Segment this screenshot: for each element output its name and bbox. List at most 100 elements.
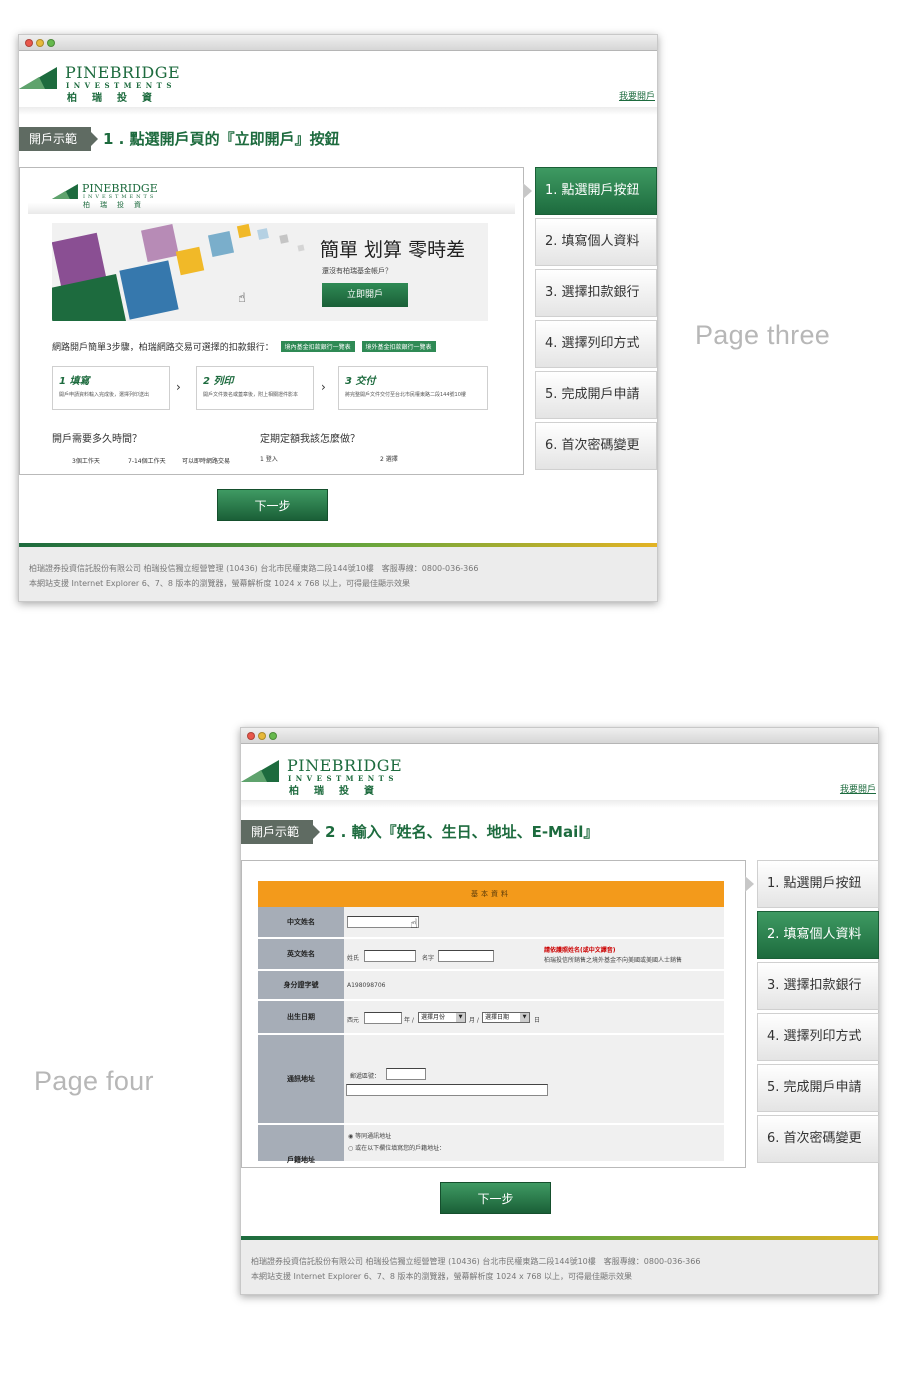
address-input[interactable] — [346, 1084, 548, 1096]
given-name-input[interactable] — [438, 950, 494, 962]
site-header: PINEBRIDGE INVESTMENTS 柏瑞投資 我要開戶 — [19, 51, 657, 107]
era-label: 西元 — [347, 1017, 360, 1024]
month-label: 月 / — [469, 1017, 479, 1024]
pinebridge-logo-icon — [241, 760, 279, 782]
chevron-right-icon: › — [321, 380, 326, 394]
given-name-label: 名字 — [422, 955, 435, 962]
value-chinese-name: ☝ — [344, 907, 724, 937]
decor-square — [236, 223, 252, 239]
step-sidebar: 1. 點選開戶按鈕 2. 填寫個人資料 3. 選擇扣款銀行 4. 選擇列印方式 … — [523, 167, 657, 473]
next-step-button[interactable]: 下一步 — [440, 1182, 551, 1214]
sidebar-step-3[interactable]: 3. 選擇扣款銀行 — [535, 269, 657, 317]
label-chinese-name: 中文姓名 — [258, 907, 344, 937]
brand-name: PINEBRIDGE — [65, 63, 181, 82]
step-title: 1 . 點選開戶頁的『立即開戶』按鈕 — [103, 130, 340, 148]
banner-title: 簡單 划算 零時差 — [320, 239, 466, 261]
birth-year-input[interactable] — [364, 1012, 402, 1024]
hand-cursor-icon: ☝ — [238, 291, 246, 306]
radio-other-address-label: 或在以下欄位填寫您的戶籍地址： — [355, 1145, 446, 1152]
step-box-desc: 將完整開戶文件交付至台北市民權東路二段144號10樓 — [345, 392, 466, 398]
open-account-link[interactable]: 我要開戶 — [619, 89, 655, 102]
faq-note: 3個工作天 — [72, 458, 100, 465]
footer-company: 柏瑞證券投資信託股份有限公司 柏瑞投信獨立經營管理 (10436) 台北市民權東… — [251, 1257, 701, 1266]
open-account-link[interactable]: 我要開戶 — [840, 782, 876, 795]
sidebar-step-2[interactable]: 2. 填寫個人資料 — [757, 911, 879, 959]
decor-square — [175, 246, 205, 276]
faq-note: 可以即時網路交易 — [182, 458, 231, 465]
form-header: 基本資料 — [258, 881, 724, 907]
faq-duration: 開戶需要多久時間？ — [52, 434, 142, 445]
pointer-arrow-icon — [523, 183, 532, 199]
value-birthdate: 西元 年 / 選擇月份 月 / 選擇日期 日 — [344, 1001, 724, 1033]
sidebar-step-2[interactable]: 2. 填寫個人資料 — [535, 218, 657, 266]
label-mailing-address: 通訊地址 — [258, 1035, 344, 1123]
footer-browser-note: 本網站支援 Internet Explorer 6、7、8 版本的瀏覽器，螢幕解… — [251, 1272, 633, 1281]
birth-month-select[interactable]: 選擇月份 — [418, 1012, 466, 1023]
sidebar-step-4[interactable]: 4. 選擇列印方式 — [535, 320, 657, 368]
site-footer: 柏瑞證券投資信託股份有限公司 柏瑞投信獨立經營管理 (10436) 台北市民權東… — [19, 547, 657, 601]
surname-input[interactable] — [364, 950, 416, 962]
zip-input[interactable] — [386, 1068, 426, 1080]
sidebar-step-6[interactable]: 6. 首次密碼變更 — [757, 1115, 879, 1163]
screenshot-frame: 基本資料 中文姓名 ☝ 英文姓名 姓氏 名字 請依護照姓名(或中文譯音) 柏瑞投… — [241, 860, 746, 1168]
step-box-desc: 開戶申請資料輸入完成後，選擇列印送出 — [59, 392, 150, 398]
sidebar-step-1[interactable]: 1. 點選開戶按鈕 — [757, 860, 879, 908]
sidebar-step-6[interactable]: 6. 首次密碼變更 — [535, 422, 657, 470]
mini-logo-icon — [52, 184, 78, 199]
decor-square — [279, 234, 289, 244]
zoom-window-button[interactable] — [269, 732, 277, 740]
footer-company: 柏瑞證券投資信託股份有限公司 柏瑞投信獨立經營管理 (10436) 台北市民權東… — [29, 564, 479, 573]
screenshot-frame: PINEBRIDGE INVESTMENTS 柏瑞投資 簡單 划算 零時差 還沒… — [19, 167, 524, 475]
step-heading: 開戶示範 2 . 輸入『姓名、生日、地址、E-Mail』 — [241, 820, 878, 844]
step-box-title: 1 填寫 — [59, 376, 90, 387]
sidebar-step-4[interactable]: 4. 選擇列印方式 — [757, 1013, 879, 1061]
browser-window-page-three: PINEBRIDGE INVESTMENTS 柏瑞投資 我要開戶 開戶示範 1 … — [18, 34, 658, 602]
day-label: 日 — [534, 1017, 541, 1024]
sidebar-step-5[interactable]: 5. 完成開戶申請 — [757, 1064, 879, 1112]
step-sidebar: 1. 點選開戶按鈕 2. 填寫個人資料 3. 選擇扣款銀行 4. 選擇列印方式 … — [745, 860, 879, 1166]
header-divider — [241, 800, 878, 808]
label-registered-address-text: 戶籍地址 — [287, 1156, 315, 1164]
value-english-name: 姓氏 名字 請依護照姓名(或中文譯音) 柏瑞投信所銷售之境外基金不向美國或美國人… — [344, 939, 724, 969]
value-registered-address: ◉ 等同通訊地址 ○ 或在以下欄位填寫您的戶籍地址： — [344, 1125, 724, 1161]
value-mailing-address: 郵遞區號： — [344, 1035, 724, 1123]
faq-note: 1 登入 — [260, 456, 278, 463]
pinebridge-logo-icon — [19, 67, 57, 89]
sidebar-step-1[interactable]: 1. 點選開戶按鈕 — [535, 167, 657, 215]
step-box-print: 2 列印 開戶文件簽名或蓋章後，附上相關證件影本 — [196, 366, 314, 410]
offshore-bank-list-link[interactable]: 境外基金扣款銀行一覽表 — [361, 341, 436, 352]
mini-brand-chinese: 柏瑞投資 — [83, 201, 151, 209]
decor-square — [257, 228, 269, 240]
us-sales-note: 柏瑞投信所銷售之境外基金不向美國或美國人士銷售 — [544, 957, 683, 964]
faq-note: 2 選擇 — [380, 456, 398, 463]
label-id-number: 身分證字號 — [258, 971, 344, 999]
minimize-window-button[interactable] — [36, 39, 44, 47]
promo-banner: 簡單 划算 零時差 還沒有柏瑞基金帳戶？ 立即開戶 ☝ — [52, 223, 488, 321]
pinebridge-logo[interactable]: PINEBRIDGE INVESTMENTS 柏瑞投資 — [241, 754, 411, 797]
radio-other-address[interactable]: ○ 或在以下欄位填寫您的戶籍地址： — [348, 1143, 445, 1152]
domestic-bank-list-link[interactable]: 境內基金扣款銀行一覽表 — [280, 341, 355, 352]
close-window-button[interactable] — [25, 39, 33, 47]
chinese-name-input[interactable] — [347, 916, 419, 928]
step-box-title: 3 交付 — [345, 376, 376, 387]
step-box-deliver: 3 交付 將完整開戶文件交付至台北市民權東路二段144號10樓 — [338, 366, 488, 410]
site-header: PINEBRIDGE INVESTMENTS 柏瑞投資 我要開戶 — [241, 744, 878, 800]
radio-same-address[interactable]: ◉ 等同通訊地址 — [348, 1131, 391, 1140]
next-step-button[interactable]: 下一步 — [217, 489, 328, 521]
zoom-window-button[interactable] — [47, 39, 55, 47]
minimize-window-button[interactable] — [258, 732, 266, 740]
open-now-button[interactable]: 立即開戶 — [322, 283, 408, 307]
sidebar-step-3[interactable]: 3. 選擇扣款銀行 — [757, 962, 879, 1010]
site-footer: 柏瑞證券投資信託股份有限公司 柏瑞投信獨立經營管理 (10436) 台北市民權東… — [241, 1240, 878, 1294]
chevron-right-icon: › — [176, 380, 181, 394]
sidebar-step-5[interactable]: 5. 完成開戶申請 — [535, 371, 657, 419]
pinebridge-logo[interactable]: PINEBRIDGE INVESTMENTS 柏瑞投資 — [19, 61, 189, 104]
surname-label: 姓氏 — [347, 955, 360, 962]
birth-day-select[interactable]: 選擇日期 — [482, 1012, 530, 1023]
decor-square — [297, 244, 305, 252]
decor-square — [207, 230, 235, 258]
close-window-button[interactable] — [247, 732, 255, 740]
header-divider — [19, 107, 657, 115]
step-heading: 開戶示範 1 . 點選開戶頁的『立即開戶』按鈕 — [19, 127, 657, 151]
banner-subtitle: 還沒有柏瑞基金帳戶？ — [322, 267, 392, 275]
